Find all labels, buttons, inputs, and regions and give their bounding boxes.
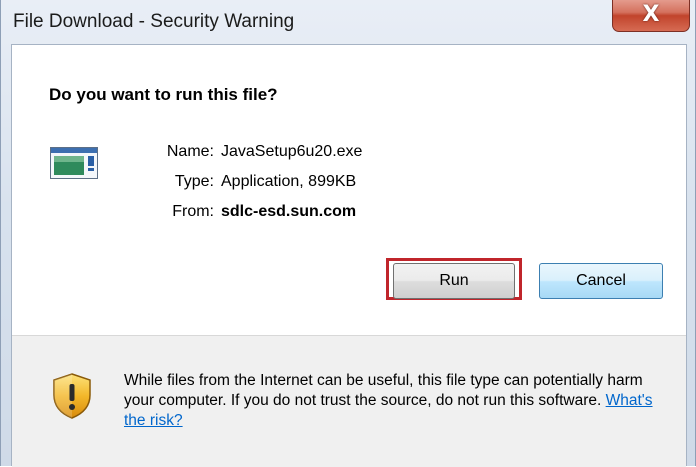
close-icon: X — [642, 2, 660, 27]
file-name-row: Name: JavaSetup6u20.exe — [12, 143, 688, 167]
file-name-label: Name: — [166, 143, 214, 160]
file-type-value: Application, 899KB — [221, 173, 357, 190]
shield-warning-icon — [53, 373, 91, 419]
run-button[interactable]: Run — [393, 263, 515, 299]
file-type-row: Type: Application, 899KB — [12, 173, 688, 197]
file-source-value: sdlc-esd.sun.com — [221, 203, 357, 220]
security-warning-window: File Download - Security Warning X Do yo… — [0, 0, 696, 467]
dialog-body: Do you want to run this file? Name: Java… — [11, 44, 688, 467]
title-bar[interactable]: File Download - Security Warning X — [1, 0, 696, 44]
warning-panel: While files from the Internet can be use… — [12, 336, 686, 467]
file-type-label: Type: — [174, 173, 214, 190]
cancel-button[interactable]: Cancel — [539, 263, 663, 299]
window-title: File Download - Security Warning — [13, 11, 295, 32]
file-source-label: From: — [172, 203, 214, 220]
close-button[interactable]: X — [612, 0, 690, 32]
dialog-question: Do you want to run this file? — [49, 85, 278, 104]
file-name-value: JavaSetup6u20.exe — [221, 143, 363, 160]
warning-text: While files from the Internet can be use… — [124, 372, 643, 409]
file-source-row: From: sdlc-esd.sun.com — [12, 203, 688, 227]
warning-message: While files from the Internet can be use… — [124, 371, 674, 431]
